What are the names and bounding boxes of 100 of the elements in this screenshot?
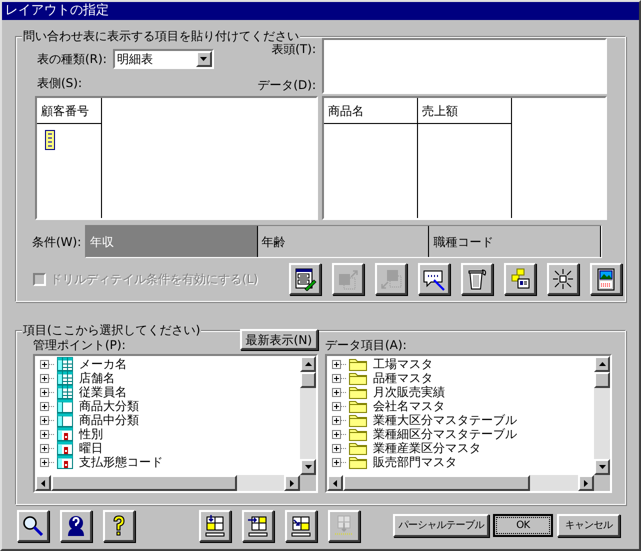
list-item[interactable]: 性別: [79, 427, 103, 441]
folder-icon: [349, 399, 367, 413]
tool-button[interactable]: [504, 263, 536, 295]
scroll-left-button[interactable]: [35, 475, 51, 491]
condition-cell[interactable]: 年齢: [258, 226, 430, 257]
field-label: データ(D):: [257, 77, 316, 94]
scroll-right-button[interactable]: [284, 475, 300, 491]
field-label: 表側(S):: [36, 75, 84, 92]
list-item[interactable]: 従業員名: [79, 385, 127, 399]
tool-button[interactable]: [103, 510, 135, 542]
horizontal-scrollbar[interactable]: [327, 475, 594, 491]
insert-grid-icon: [203, 514, 227, 538]
expand-icon: [332, 360, 346, 368]
list-item[interactable]: 業種大区分マスタテーブル: [373, 413, 517, 427]
search-icon: [21, 514, 45, 538]
expand-icon: [40, 402, 54, 410]
row-side-table[interactable]: 顧客番号: [35, 96, 318, 220]
list-item[interactable]: 業種細区分マスタテーブル: [373, 427, 517, 441]
copy-arrow-icon: [379, 267, 403, 291]
expand-icon: [332, 430, 346, 438]
column-icon: [45, 130, 55, 150]
tool-button[interactable]: [17, 510, 49, 542]
list-item[interactable]: 曜日: [79, 441, 103, 455]
table-icon: [57, 371, 73, 385]
table-marked-icon: [57, 427, 73, 441]
table-icon: [57, 385, 73, 399]
expand-icon: [40, 374, 54, 382]
column-head-drop-area[interactable]: [322, 38, 607, 94]
burst-icon: [551, 267, 575, 291]
folder-icon: [349, 357, 367, 371]
list-item[interactable]: 商品大分類: [79, 399, 139, 413]
tool-button[interactable]: [461, 263, 493, 295]
tool-button[interactable]: [242, 510, 274, 542]
scrollbar-thumb[interactable]: [51, 475, 236, 491]
scroll-arrow-icon: [584, 480, 588, 486]
scrollbar-corner: [300, 475, 316, 491]
scroll-up-button[interactable]: [594, 356, 610, 372]
table-icon: [57, 399, 73, 413]
scroll-arrow-icon: [41, 480, 45, 486]
expand-icon: [40, 388, 54, 396]
table-type-dropdown[interactable]: 明細表: [112, 49, 214, 69]
tree-list[interactable]: 工場マスタ 品種マスタ 月次販売実績 会社名マスタ 業種大区分マスタテーブル 業種細区分マスタテーブル 業種産業区分マスタ 販売部門マスタ: [325, 354, 612, 493]
document-pencil-icon: [293, 267, 317, 291]
table-marked-icon: [57, 441, 73, 455]
insert-grid-icon: [246, 514, 270, 538]
scrollbar-thumb[interactable]: [594, 372, 610, 388]
column-header: 顧客番号: [37, 98, 101, 124]
expand-icon: [332, 374, 346, 382]
list-item[interactable]: 販売部門マスタ: [373, 455, 457, 469]
vertical-scrollbar[interactable]: [594, 356, 610, 475]
scroll-arrow-icon: [304, 465, 312, 469]
data-table[interactable]: 商品名 売上額: [322, 96, 607, 220]
field-label: 表頭(T):: [271, 42, 316, 58]
scrollbar-thumb[interactable]: [300, 372, 316, 388]
list-item[interactable]: 商品中分類: [79, 413, 139, 427]
scroll-down-button[interactable]: [594, 459, 610, 475]
tool-button[interactable]: [289, 263, 321, 295]
scroll-left-button[interactable]: [327, 475, 343, 491]
folder-icon: [349, 371, 367, 385]
tool-button[interactable]: [547, 263, 579, 295]
list-item[interactable]: 会社名マスタ: [373, 399, 445, 413]
scrollbar-thumb[interactable]: [343, 475, 530, 491]
scroll-up-button[interactable]: [300, 356, 316, 372]
dialog-button[interactable]: パーシャルテーブル: [393, 514, 489, 537]
list-item[interactable]: 業種産業区分マスタ: [373, 441, 481, 455]
tool-button[interactable]: [590, 263, 622, 295]
scroll-right-button[interactable]: [578, 475, 594, 491]
group-title: 問い合わせ表に表示する項目を貼り付けてください: [22, 28, 300, 44]
list-item[interactable]: 支払形態コード: [79, 455, 163, 469]
tool-button[interactable]: [60, 510, 92, 542]
list-item[interactable]: 品種マスタ: [373, 371, 433, 385]
scroll-arrow-icon: [598, 465, 606, 469]
horizontal-scrollbar[interactable]: [35, 475, 300, 491]
table-icon: [57, 413, 73, 427]
list-item[interactable]: 工場マスタ: [373, 357, 433, 371]
folder-icon: [349, 385, 367, 399]
folder-icon: [349, 427, 367, 441]
folder-icon: [349, 441, 367, 455]
folder-icon: [349, 413, 367, 427]
tool-button[interactable]: [199, 510, 231, 542]
vertical-scrollbar[interactable]: [300, 356, 316, 475]
refresh-button[interactable]: 最新表示(N): [240, 329, 318, 350]
scroll-down-button[interactable]: [300, 459, 316, 475]
condition-cell[interactable]: 年収: [86, 226, 258, 257]
dialog-button[interactable]: OK: [493, 514, 553, 537]
field-label: 表の種類(R):: [37, 51, 107, 68]
window-title: レイアウトの指定: [5, 2, 109, 20]
group-title: 項目(ここから選択してください): [22, 322, 202, 338]
dropdown-arrow-icon: [200, 57, 208, 61]
tool-button[interactable]: [285, 510, 317, 542]
column-header: 売上額: [418, 98, 511, 124]
list-item[interactable]: 店舗名: [79, 371, 115, 385]
expand-icon: [40, 430, 54, 438]
dialog-button[interactable]: キャンセル: [557, 514, 620, 537]
tool-button[interactable]: [418, 263, 450, 295]
folder-icon: [349, 455, 367, 469]
insert-grid-icon: [289, 514, 313, 538]
tree-list[interactable]: メーカ名 店舗名 従業員名 商品大分類 商品中分類 性別 曜日 支払形態コード: [33, 354, 318, 493]
list-item[interactable]: メーカ名: [79, 357, 127, 371]
list-item[interactable]: 月次販売実績: [373, 385, 445, 399]
